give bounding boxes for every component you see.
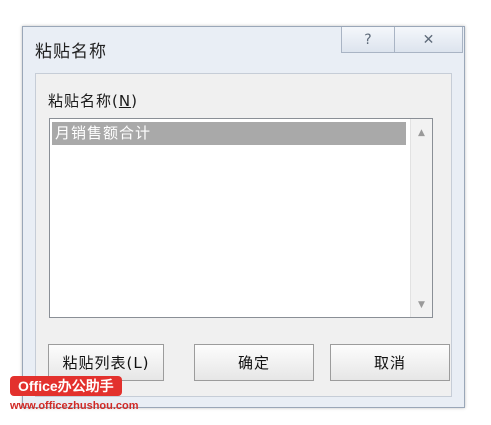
watermark-url: www.officezhushou.com [10,400,139,412]
screenshot-canvas: 粘贴名称 ? ✕ 粘贴名称(N) 月销售额合计 ▲ ▼ 粘贴列表(L) 确定 取… [0,0,491,425]
label-text: 粘贴名称( [48,92,119,110]
close-button[interactable]: ✕ [395,27,463,53]
label-mnemonic: N [118,92,132,110]
ok-button[interactable]: 确定 [194,344,314,381]
name-listbox[interactable]: 月销售额合计 ▲ ▼ [49,118,433,318]
vertical-scrollbar[interactable]: ▲ ▼ [410,119,432,317]
help-button[interactable]: ? [341,27,395,53]
paste-name-label: 粘贴名称(N) [48,90,138,111]
close-icon: ✕ [422,31,435,48]
watermark-badge: Office办公助手 [10,376,122,396]
scroll-up-arrow-icon[interactable]: ▲ [411,123,432,143]
dialog-title: 粘贴名称 [35,42,107,62]
help-icon: ? [364,31,372,48]
list-item-selected[interactable]: 月销售额合计 [52,122,406,145]
paste-name-dialog: 粘贴名称 ? ✕ 粘贴名称(N) 月销售额合计 ▲ ▼ 粘贴列表(L) 确定 取… [22,26,465,408]
cancel-button[interactable]: 取消 [330,344,450,381]
label-close: ) [131,92,138,110]
title-bar: 粘贴名称 ? ✕ [23,27,464,71]
scroll-down-arrow-icon[interactable]: ▼ [411,295,432,315]
dialog-body: 粘贴名称(N) 月销售额合计 ▲ ▼ 粘贴列表(L) 确定 取消 [35,73,452,397]
